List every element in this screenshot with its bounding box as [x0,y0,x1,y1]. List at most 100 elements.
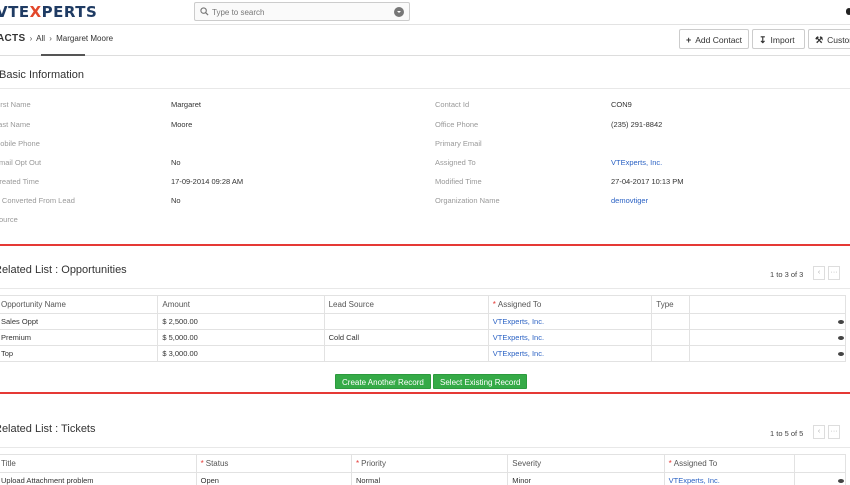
column-header[interactable]: Opportunity Name [0,295,159,314]
field-label: Primary Email [435,139,482,148]
wrench-icon: ⚒ [815,35,824,45]
field-label: Last Name [0,120,31,129]
customize-button[interactable]: ⚒Customize [808,29,850,49]
field-value[interactable]: (235) 291-8842 [611,120,662,129]
field-value: 27-04-2017 10:13 PM [611,177,684,186]
field-label: Modified Time [435,177,482,186]
section-separator [0,244,850,246]
field-label: Source [0,215,18,224]
search-input[interactable]: Type to search [212,8,264,17]
row-actions [689,313,846,330]
breadcrumb-all[interactable]: All [36,34,45,43]
select-existing-record-button[interactable]: Select Existing Record [433,374,528,389]
table-row[interactable]: Top $ 3,000.00 VTExperts, Inc. [0,345,846,362]
column-header[interactable]: Amount [157,295,325,314]
plus-icon: + [686,35,692,45]
section-separator [0,392,850,394]
field-label: Created Time [0,177,40,186]
assigned-to-link[interactable]: VTExperts, Inc. [611,158,662,167]
eye-icon[interactable] [838,336,844,340]
column-header[interactable]: * Assigned To [663,454,795,473]
field-label: Contact Id [435,100,470,109]
breadcrumb-module[interactable]: ACTS [0,33,25,44]
table-cell[interactable]: Premium [0,329,159,346]
table-cell[interactable]: Upload Attachment problem [0,472,197,485]
field-label: Email Opt Out [0,158,42,167]
top-bar: VTEXPERTS Type to search [0,0,850,25]
opportunities-pager: 1 to 3 of 3 [770,270,804,279]
field-label: Is Converted From Lead [0,196,75,205]
chevron-right-icon: › [29,34,33,43]
tickets-divider [0,447,850,448]
column-header[interactable]: * Status [195,454,352,473]
more-button[interactable]: ··· [828,425,840,439]
column-header[interactable]: Lead Source [323,295,489,314]
basic-info-title: Basic Information [0,69,84,81]
table-cell: $ 3,000.00 [157,345,325,362]
field-value[interactable]: Moore [171,120,192,129]
table-cell [651,313,691,330]
eye-icon[interactable] [838,320,844,324]
column-header[interactable]: Severity [507,454,665,473]
chevron-down-icon[interactable] [394,7,404,17]
table-row[interactable]: Sales Oppt $ 2,500.00 VTExperts, Inc. [0,313,846,330]
field-label: First Name [0,100,31,109]
table-row[interactable]: Premium $ 5,000.00 Cold Call VTExperts, … [0,329,846,346]
table-cell-link[interactable]: VTExperts, Inc. [487,313,653,330]
tickets-pager: 1 to 5 of 5 [770,429,804,438]
field-label: Mobile Phone [0,139,40,148]
table-cell-link[interactable]: VTExperts, Inc. [487,345,653,362]
create-another-record-button[interactable]: Create Another Record [335,374,431,389]
column-header-actions [689,295,846,314]
app-logo[interactable]: VTEXPERTS [0,3,97,21]
table-cell: Open [195,472,352,485]
prev-page-button[interactable]: ‹ [813,425,825,439]
table-cell [323,345,489,362]
table-cell-link[interactable]: VTExperts, Inc. [663,472,795,485]
breadcrumb-record: Margaret Moore [56,34,114,43]
tickets-table: Title * Status * Priority Severity * Assign… [0,454,847,485]
table-cell [323,313,489,330]
field-value: No [171,196,181,205]
table-cell: $ 2,500.00 [157,313,325,330]
opportunities-divider [0,288,850,289]
column-header[interactable]: * Assigned To [487,295,653,314]
field-label: Assigned To [435,158,476,167]
column-header[interactable]: Title [0,454,197,473]
search-icon [200,7,209,16]
column-header[interactable]: * Priority [350,454,509,473]
breadcrumb: ACTS › All › Margaret Moore [0,33,113,44]
table-row[interactable]: Upload Attachment problem Open Normal Mi… [0,472,847,485]
table-cell: Cold Call [323,329,489,346]
table-cell[interactable]: Top [0,345,159,362]
field-value[interactable]: No [171,158,181,167]
organization-link[interactable]: demovtiger [611,196,648,205]
global-search[interactable]: Type to search [194,2,410,21]
active-underline [41,54,85,56]
eye-icon[interactable] [838,479,844,483]
add-contact-button[interactable]: + Add Contact [679,29,749,49]
opportunities-table: Opportunity Name Amount Lead Source * Ass… [0,295,846,362]
prev-page-button[interactable]: ‹ [813,266,825,280]
table-cell: $ 5,000.00 [157,329,325,346]
download-icon: ↧ [759,35,767,45]
basic-info-divider [0,88,850,89]
import-button[interactable]: ↧ Import [752,29,805,49]
field-value[interactable]: Margaret [171,100,201,109]
table-cell [651,345,691,362]
chevron-right-icon: › [49,34,52,43]
more-button[interactable]: ··· [828,266,840,280]
field-label: Office Phone [435,120,479,129]
eye-icon[interactable] [838,352,844,356]
row-actions [689,345,846,362]
breadcrumb-bar: ACTS › All › Margaret Moore + Add Contact… [0,26,850,56]
table-cell: Minor [507,472,665,485]
tickets-title: Related List : Tickets [0,423,96,435]
table-cell-link[interactable]: VTExperts, Inc. [487,329,653,346]
user-menu-icon[interactable] [846,8,850,15]
field-value: 17-09-2014 09:28 AM [171,177,244,186]
table-cell[interactable]: Sales Oppt [0,313,159,330]
column-header[interactable]: Type [651,295,691,314]
opportunities-title: Related List : Opportunities [0,264,127,276]
column-header-actions [793,454,847,473]
